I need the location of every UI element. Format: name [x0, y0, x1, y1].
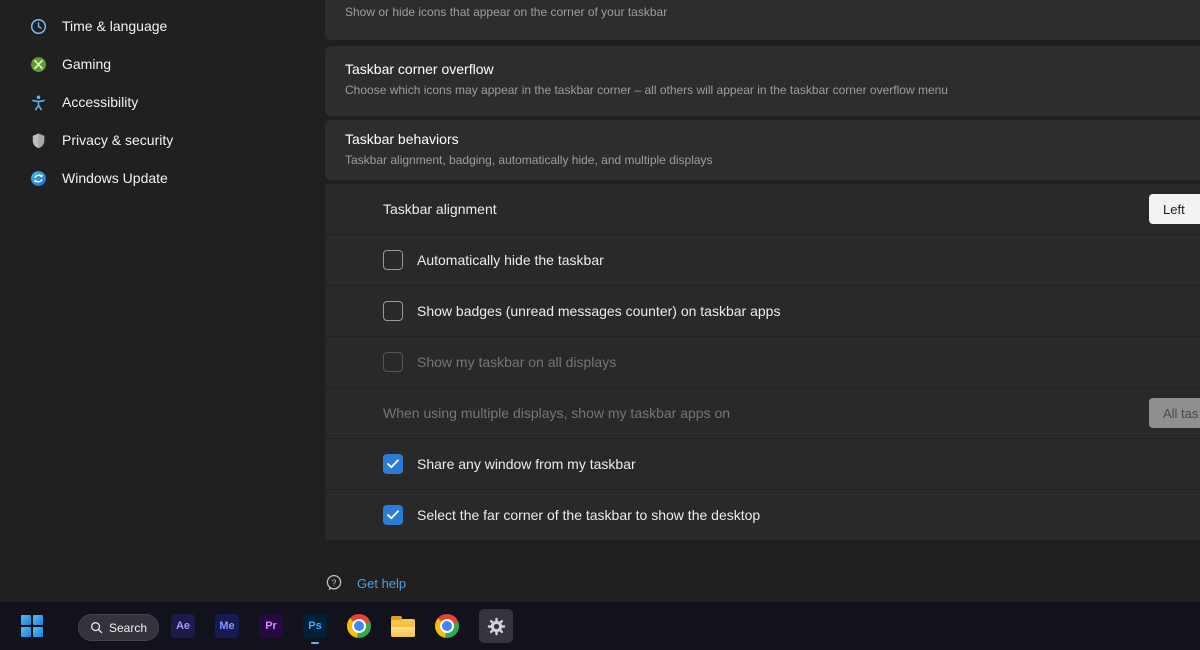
- sidebar-item-gaming[interactable]: Gaming: [16, 46, 311, 82]
- windows-update-icon: [30, 170, 47, 187]
- media-encoder-app[interactable]: Me: [215, 614, 239, 638]
- photoshop-app[interactable]: Ps: [303, 614, 327, 638]
- card-title: Taskbar behaviors: [345, 130, 1195, 149]
- file-explorer-app[interactable]: [391, 616, 415, 637]
- after-effects-app[interactable]: Ae: [171, 614, 195, 638]
- windows-logo-pane: [33, 627, 43, 637]
- row-label: Show my taskbar on all displays: [417, 354, 616, 370]
- share-window-checkbox[interactable]: [383, 454, 403, 474]
- media-encoder-icon: Me: [215, 614, 239, 638]
- taskbar-behaviors-options: Taskbar alignment Left Automatically hid…: [325, 184, 1200, 541]
- search-icon: [90, 621, 103, 634]
- card-subtitle: Taskbar alignment, badging, automaticall…: [345, 153, 1195, 167]
- row-label: Show badges (unread messages counter) on…: [417, 303, 780, 319]
- chrome-app[interactable]: [347, 614, 371, 638]
- sidebar-item-windows-update[interactable]: Windows Update: [16, 160, 311, 196]
- row-taskbar-alignment: Taskbar alignment Left: [325, 184, 1200, 234]
- running-indicator: [311, 642, 319, 644]
- windows-taskbar: Search Ae Me Pr Ps: [0, 602, 1200, 650]
- row-label: When using multiple displays, show my ta…: [383, 405, 730, 421]
- shield-icon: [30, 132, 47, 149]
- show-badges-checkbox[interactable]: [383, 301, 403, 321]
- card-title: Taskbar corner overflow: [345, 60, 1195, 79]
- sidebar-item-label: Privacy & security: [62, 132, 173, 148]
- taskbar-apps: Ae Me Pr Ps: [171, 602, 513, 650]
- row-far-corner-desktop: Select the far corner of the taskbar to …: [325, 490, 1200, 540]
- chrome-icon: [435, 614, 459, 638]
- windows-logo-pane: [21, 627, 31, 637]
- taskbar-settings-page: Taskbar corner icons Show or hide icons …: [325, 0, 1200, 602]
- search-label: Search: [109, 621, 147, 635]
- row-label: Automatically hide the taskbar: [417, 252, 604, 268]
- all-displays-checkbox: [383, 352, 403, 372]
- row-taskbar-all-displays: Show my taskbar on all displays: [325, 337, 1200, 387]
- card-subtitle: Choose which icons may appear in the tas…: [345, 83, 1195, 97]
- sidebar-item-label: Accessibility: [62, 94, 138, 110]
- get-help-link[interactable]: Get help: [357, 576, 406, 591]
- sidebar-item-privacy-security[interactable]: Privacy & security: [16, 122, 311, 158]
- sidebar-item-label: Windows Update: [62, 170, 168, 186]
- windows-logo-pane: [33, 615, 43, 625]
- clock-icon: [30, 18, 47, 35]
- card-taskbar-corner-icons[interactable]: Taskbar corner icons Show or hide icons …: [325, 0, 1200, 40]
- row-auto-hide-taskbar: Automatically hide the taskbar: [325, 235, 1200, 285]
- settings-app[interactable]: [479, 609, 513, 643]
- premiere-pro-app[interactable]: Pr: [259, 614, 283, 638]
- card-taskbar-behaviors[interactable]: Taskbar behaviors Taskbar alignment, bad…: [325, 120, 1200, 180]
- settings-sidebar: Time & language Gaming Accessibility Pri…: [0, 0, 325, 602]
- check-icon: [387, 459, 399, 469]
- help-icon: ?: [325, 574, 343, 592]
- photoshop-icon: Ps: [303, 614, 327, 638]
- row-share-window: Share any window from my taskbar: [325, 439, 1200, 489]
- premiere-pro-icon: Pr: [259, 614, 283, 638]
- start-button[interactable]: [21, 615, 43, 637]
- svg-text:?: ?: [332, 577, 337, 587]
- card-taskbar-corner-overflow[interactable]: Taskbar corner overflow Choose which ico…: [325, 46, 1200, 116]
- dropdown-value: All tas: [1163, 406, 1198, 421]
- card-subtitle: Show or hide icons that appear on the co…: [345, 5, 1195, 19]
- accessibility-icon: [30, 94, 47, 111]
- far-corner-checkbox[interactable]: [383, 505, 403, 525]
- row-label: Taskbar alignment: [383, 201, 497, 217]
- multiple-displays-dropdown: All tas: [1149, 398, 1200, 428]
- row-label: Share any window from my taskbar: [417, 456, 636, 472]
- check-icon: [387, 510, 399, 520]
- row-show-badges: Show badges (unread messages counter) on…: [325, 286, 1200, 336]
- sidebar-item-label: Time & language: [62, 18, 167, 34]
- windows-logo-pane: [21, 615, 31, 625]
- gear-icon: [486, 616, 507, 637]
- row-multiple-displays-apps: When using multiple displays, show my ta…: [325, 388, 1200, 438]
- chrome-icon: [347, 614, 371, 638]
- sidebar-item-label: Gaming: [62, 56, 111, 72]
- auto-hide-checkbox[interactable]: [383, 250, 403, 270]
- taskbar-search[interactable]: Search: [78, 614, 159, 641]
- after-effects-icon: Ae: [171, 614, 195, 638]
- chrome-app-2[interactable]: [435, 614, 459, 638]
- folder-icon: [391, 619, 415, 637]
- sidebar-item-accessibility[interactable]: Accessibility: [16, 84, 311, 120]
- get-help: ? Get help: [325, 574, 406, 592]
- row-label: Select the far corner of the taskbar to …: [417, 507, 760, 523]
- sidebar-item-time-language[interactable]: Time & language: [16, 8, 311, 44]
- card-title: Taskbar corner icons: [345, 0, 1195, 1]
- taskbar-alignment-dropdown[interactable]: Left: [1149, 194, 1200, 224]
- settings-window: Time & language Gaming Accessibility Pri…: [0, 0, 1200, 650]
- dropdown-value: Left: [1163, 202, 1185, 217]
- xbox-icon: [30, 56, 47, 73]
